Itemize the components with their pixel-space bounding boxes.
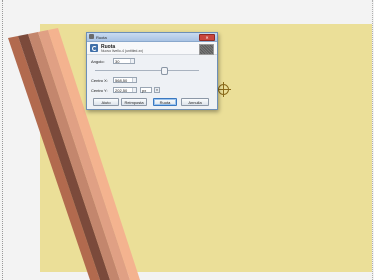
chevron-down-icon[interactable]: ▾ (154, 87, 160, 93)
angle-label: Angolo: (91, 59, 105, 64)
center-x-spin-arrows[interactable] (132, 78, 136, 82)
center-y-label: Centro Y: (91, 88, 108, 93)
preview-thumbnail-icon (199, 44, 214, 55)
center-y-spin-arrows[interactable] (132, 88, 136, 92)
close-icon[interactable]: ✕ (199, 34, 215, 41)
header-subtitle: Nuovo livello-4 (untitled-xx) (101, 49, 144, 53)
rotate-dialog: Ruota ✕ Ruota Nuovo livello-4 (untitled-… (86, 32, 218, 110)
center-x-input[interactable]: 568,50 (113, 77, 137, 83)
angle-slider-handle[interactable] (161, 67, 168, 75)
pivot-crosshair-icon[interactable] (216, 82, 231, 97)
center-x-value: 568,50 (115, 78, 128, 83)
reset-button[interactable]: Reimposta (121, 98, 147, 106)
dialog-title: Ruota (96, 34, 107, 40)
unit-select[interactable]: px (140, 87, 152, 93)
rotate-button[interactable]: Ruota (153, 98, 177, 106)
angle-spin-arrows[interactable] (130, 59, 134, 63)
dialog-header: Ruota Nuovo livello-4 (untitled-xx) (87, 42, 217, 55)
angle-input[interactable]: 30 (113, 58, 135, 64)
angle-slider-track[interactable] (95, 70, 199, 71)
angle-value: 30 (115, 59, 120, 64)
app-icon (89, 34, 94, 39)
dialog-titlebar[interactable]: Ruota ✕ (87, 33, 217, 42)
rotate-icon (90, 44, 98, 52)
center-x-label: Centro X: (91, 78, 108, 83)
center-y-input[interactable]: 202,50 (113, 87, 137, 93)
cancel-button[interactable]: Annulla (181, 98, 209, 106)
center-y-value: 202,50 (115, 88, 128, 93)
help-button[interactable]: Aiuto (93, 98, 119, 106)
